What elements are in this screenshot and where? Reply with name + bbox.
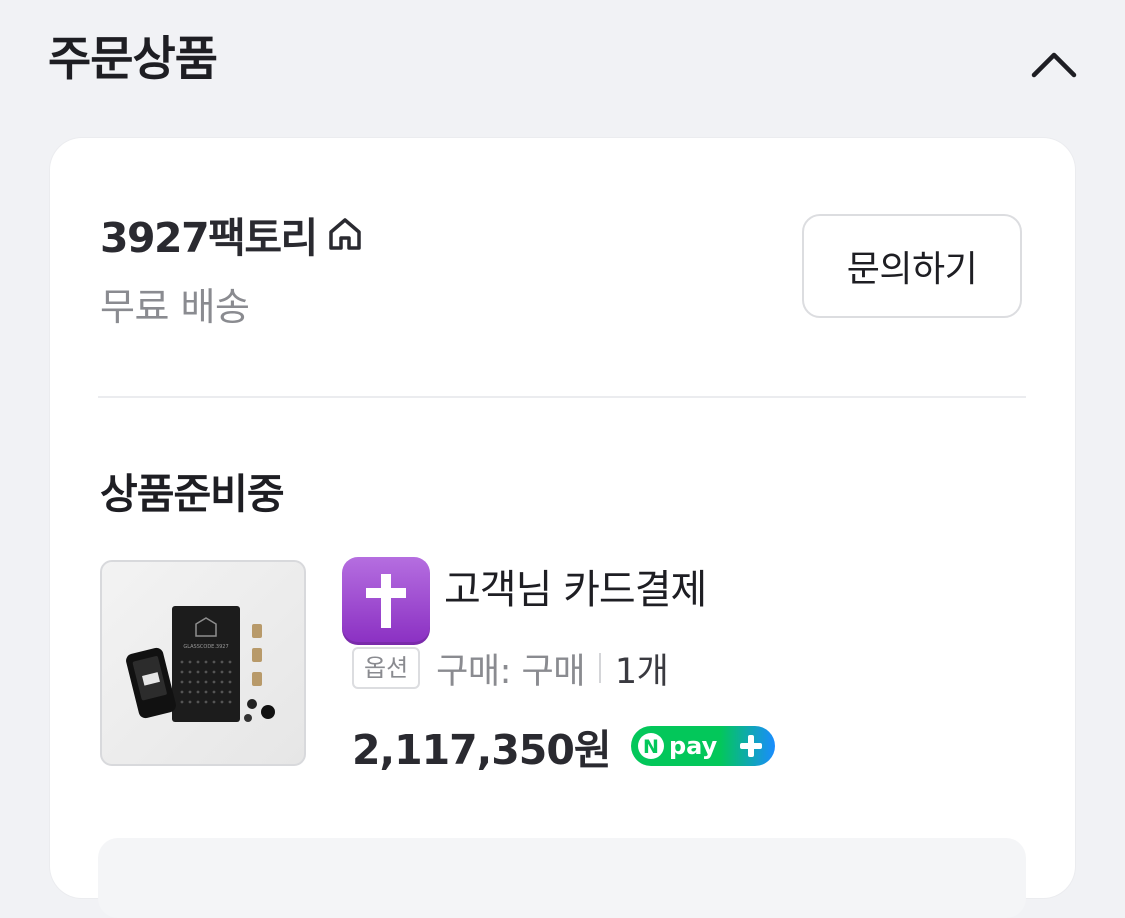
option-value: 구매: 구매 bbox=[436, 651, 585, 692]
home-icon[interactable] bbox=[323, 212, 367, 256]
product-name-row[interactable]: 고객님 카드결제 bbox=[342, 556, 707, 645]
inquiry-button[interactable]: 문의하기 bbox=[802, 214, 1022, 318]
shipping-info: 무료 배송 bbox=[100, 285, 250, 329]
order-summary-box bbox=[98, 838, 1026, 918]
order-products-header: 주문상품 bbox=[0, 0, 1125, 130]
thumbnail-brand: GLASSCODE.3927 bbox=[183, 644, 228, 650]
price-row: 2,117,350원 N pay bbox=[352, 718, 775, 774]
section-title: 주문상품 bbox=[48, 32, 218, 87]
chevron-up-icon bbox=[1031, 52, 1077, 78]
svg-text:pay: pay bbox=[669, 732, 718, 760]
order-card: 3927팩토리 무료 배송 문의하기 상품준비중 GLASSCODE.3927 bbox=[50, 138, 1075, 918]
option-tag: 옵션 bbox=[352, 647, 421, 689]
separator bbox=[598, 653, 601, 683]
product-name[interactable]: 고객님 카드결제 bbox=[444, 557, 707, 615]
npay-plus-badge: N pay bbox=[630, 726, 775, 766]
product-image: GLASSCODE.3927 bbox=[126, 606, 275, 722]
order-status: 상품준비중 bbox=[100, 470, 285, 518]
seller-name[interactable]: 3927팩토리 bbox=[100, 204, 318, 264]
product-thumbnail[interactable]: GLASSCODE.3927 bbox=[100, 560, 306, 766]
svg-text:N: N bbox=[643, 736, 659, 758]
seller-name-row[interactable]: 3927팩토리 bbox=[100, 204, 367, 264]
divider bbox=[98, 396, 1026, 398]
option-row: 옵션 구매: 구매 1개 bbox=[352, 644, 669, 692]
latin-cross-icon bbox=[342, 557, 430, 645]
quantity: 1개 bbox=[614, 651, 669, 692]
product-price: 2,117,350원 bbox=[352, 726, 612, 774]
collapse-button[interactable] bbox=[1018, 36, 1090, 92]
